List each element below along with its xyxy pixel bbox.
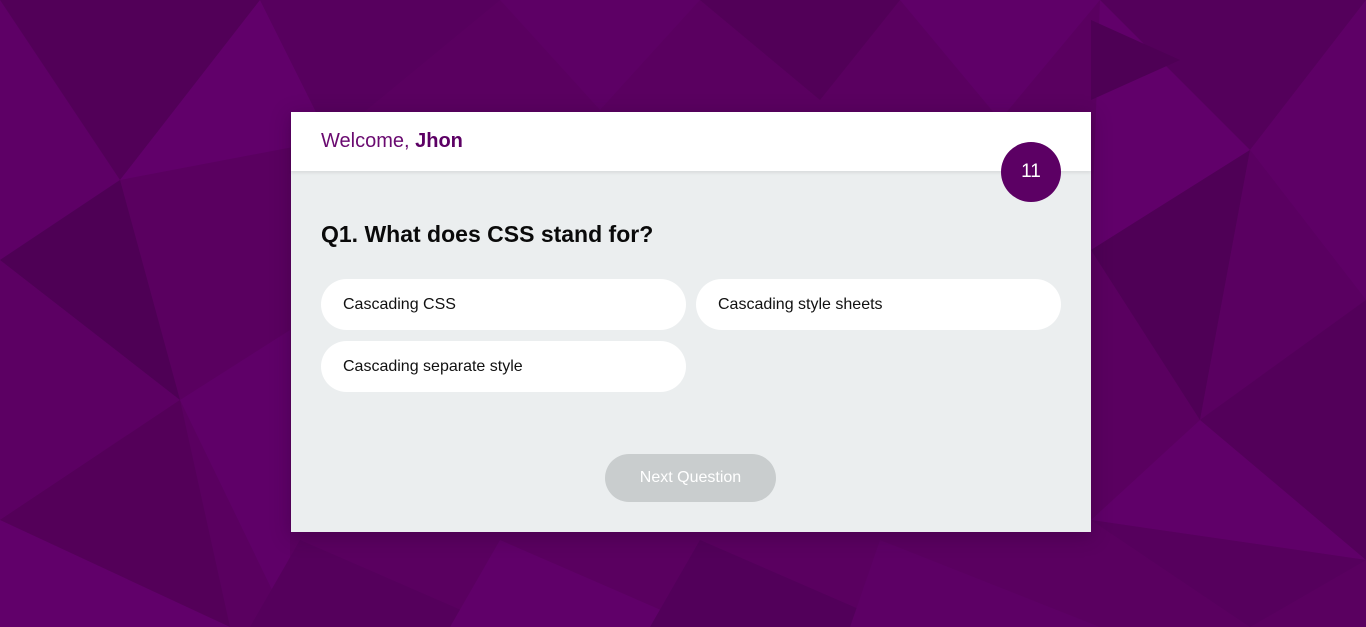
question-text: Q1. What does CSS stand for? (321, 221, 654, 247)
user-name: Jhon (415, 130, 463, 152)
answer-option-1[interactable]: Cascading CSS (321, 279, 686, 330)
welcome-prefix: Welcome, (321, 130, 416, 152)
quiz-card: Welcome, Jhon 11 Q1. What does CSS stand… (291, 112, 1091, 532)
timer-badge: 11 (1001, 142, 1061, 202)
welcome-message: Welcome, Jhon (321, 130, 463, 153)
answer-options: Cascading CSS Cascading style sheets Cas… (321, 279, 1061, 392)
card-header: Welcome, Jhon (291, 112, 1091, 171)
answer-option-2[interactable]: Cascading style sheets (696, 279, 1061, 330)
answer-option-3[interactable]: Cascading separate style (321, 341, 686, 392)
next-question-button[interactable]: Next Question (605, 454, 776, 502)
